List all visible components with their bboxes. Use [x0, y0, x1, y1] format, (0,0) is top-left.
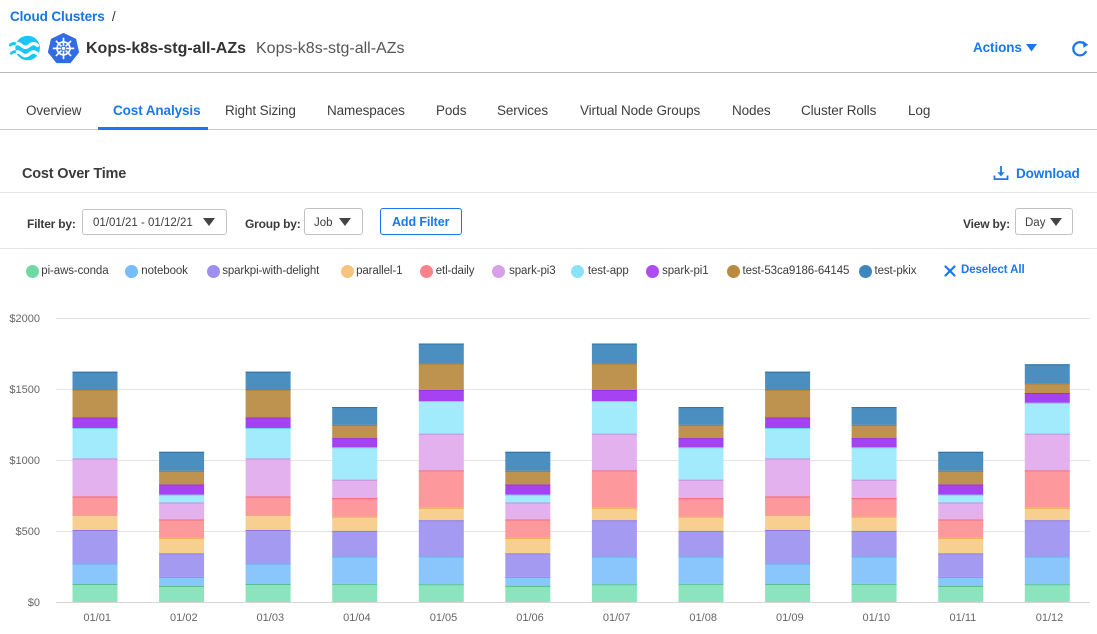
svg-text:01/08: 01/08 — [689, 612, 717, 624]
svg-text:01/07: 01/07 — [603, 612, 631, 624]
svg-text:$500: $500 — [16, 526, 40, 538]
svg-text:01/09: 01/09 — [776, 612, 804, 624]
svg-text:$2000: $2000 — [9, 313, 40, 325]
svg-text:01/01: 01/01 — [83, 612, 111, 624]
svg-text:01/11: 01/11 — [950, 612, 977, 624]
svg-text:$1000: $1000 — [9, 455, 40, 467]
svg-text:$1500: $1500 — [9, 384, 40, 396]
svg-text:01/12: 01/12 — [1036, 612, 1064, 624]
svg-text:01/05: 01/05 — [430, 612, 458, 624]
svg-text:$0: $0 — [28, 597, 40, 609]
svg-text:01/06: 01/06 — [516, 612, 544, 624]
svg-text:01/04: 01/04 — [343, 612, 371, 624]
svg-text:01/02: 01/02 — [170, 612, 198, 624]
svg-text:01/10: 01/10 — [863, 612, 891, 624]
svg-text:01/03: 01/03 — [257, 612, 285, 624]
